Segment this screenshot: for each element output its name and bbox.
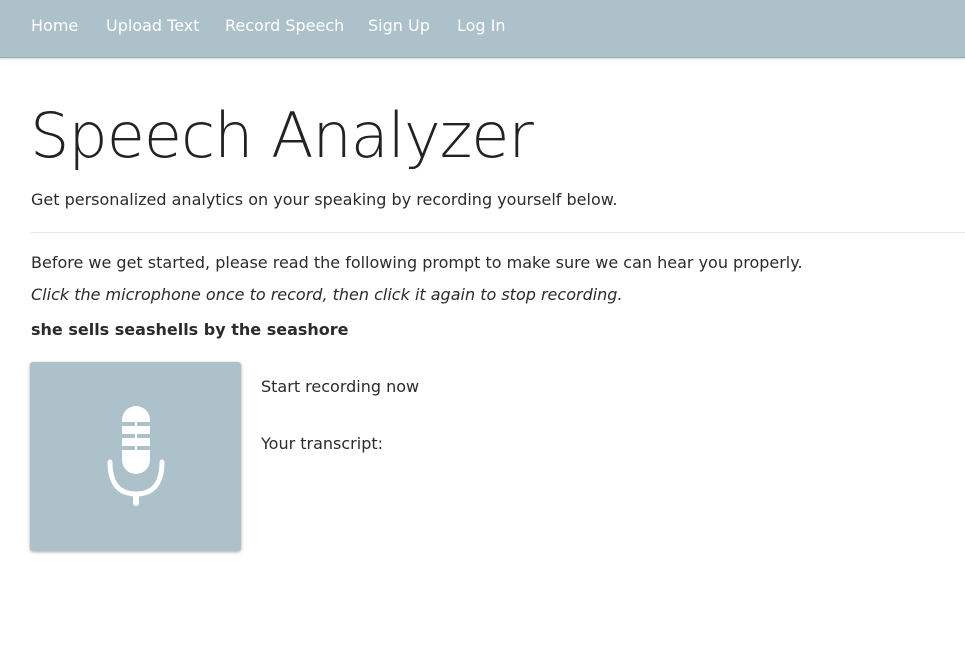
microphone-icon (107, 406, 165, 506)
transcript-label: Your transcript: (261, 434, 384, 453)
page-subtitle: Get personalized analytics on your speak… (31, 190, 618, 209)
intro-text: Before we get started, please read the f… (31, 253, 803, 272)
nav-upload-text-link[interactable]: Upload Text (106, 16, 200, 35)
page-title: Speech Analyzer (30, 99, 534, 172)
divider (31, 232, 965, 233)
instruction-text: Click the microphone once to record, the… (31, 285, 623, 304)
nav-record-speech-link[interactable]: Record Speech (225, 16, 344, 35)
speech-prompt: she sells seashells by the seashore (31, 320, 349, 339)
nav-log-in-link[interactable]: Log In (457, 16, 506, 35)
navbar: Home Upload Text Record Speech Sign Up L… (0, 0, 965, 58)
nav-home-link[interactable]: Home (31, 16, 78, 35)
recording-status: Start recording now (261, 377, 420, 396)
nav-sign-up-link[interactable]: Sign Up (368, 16, 430, 35)
record-microphone-button[interactable] (30, 362, 241, 551)
